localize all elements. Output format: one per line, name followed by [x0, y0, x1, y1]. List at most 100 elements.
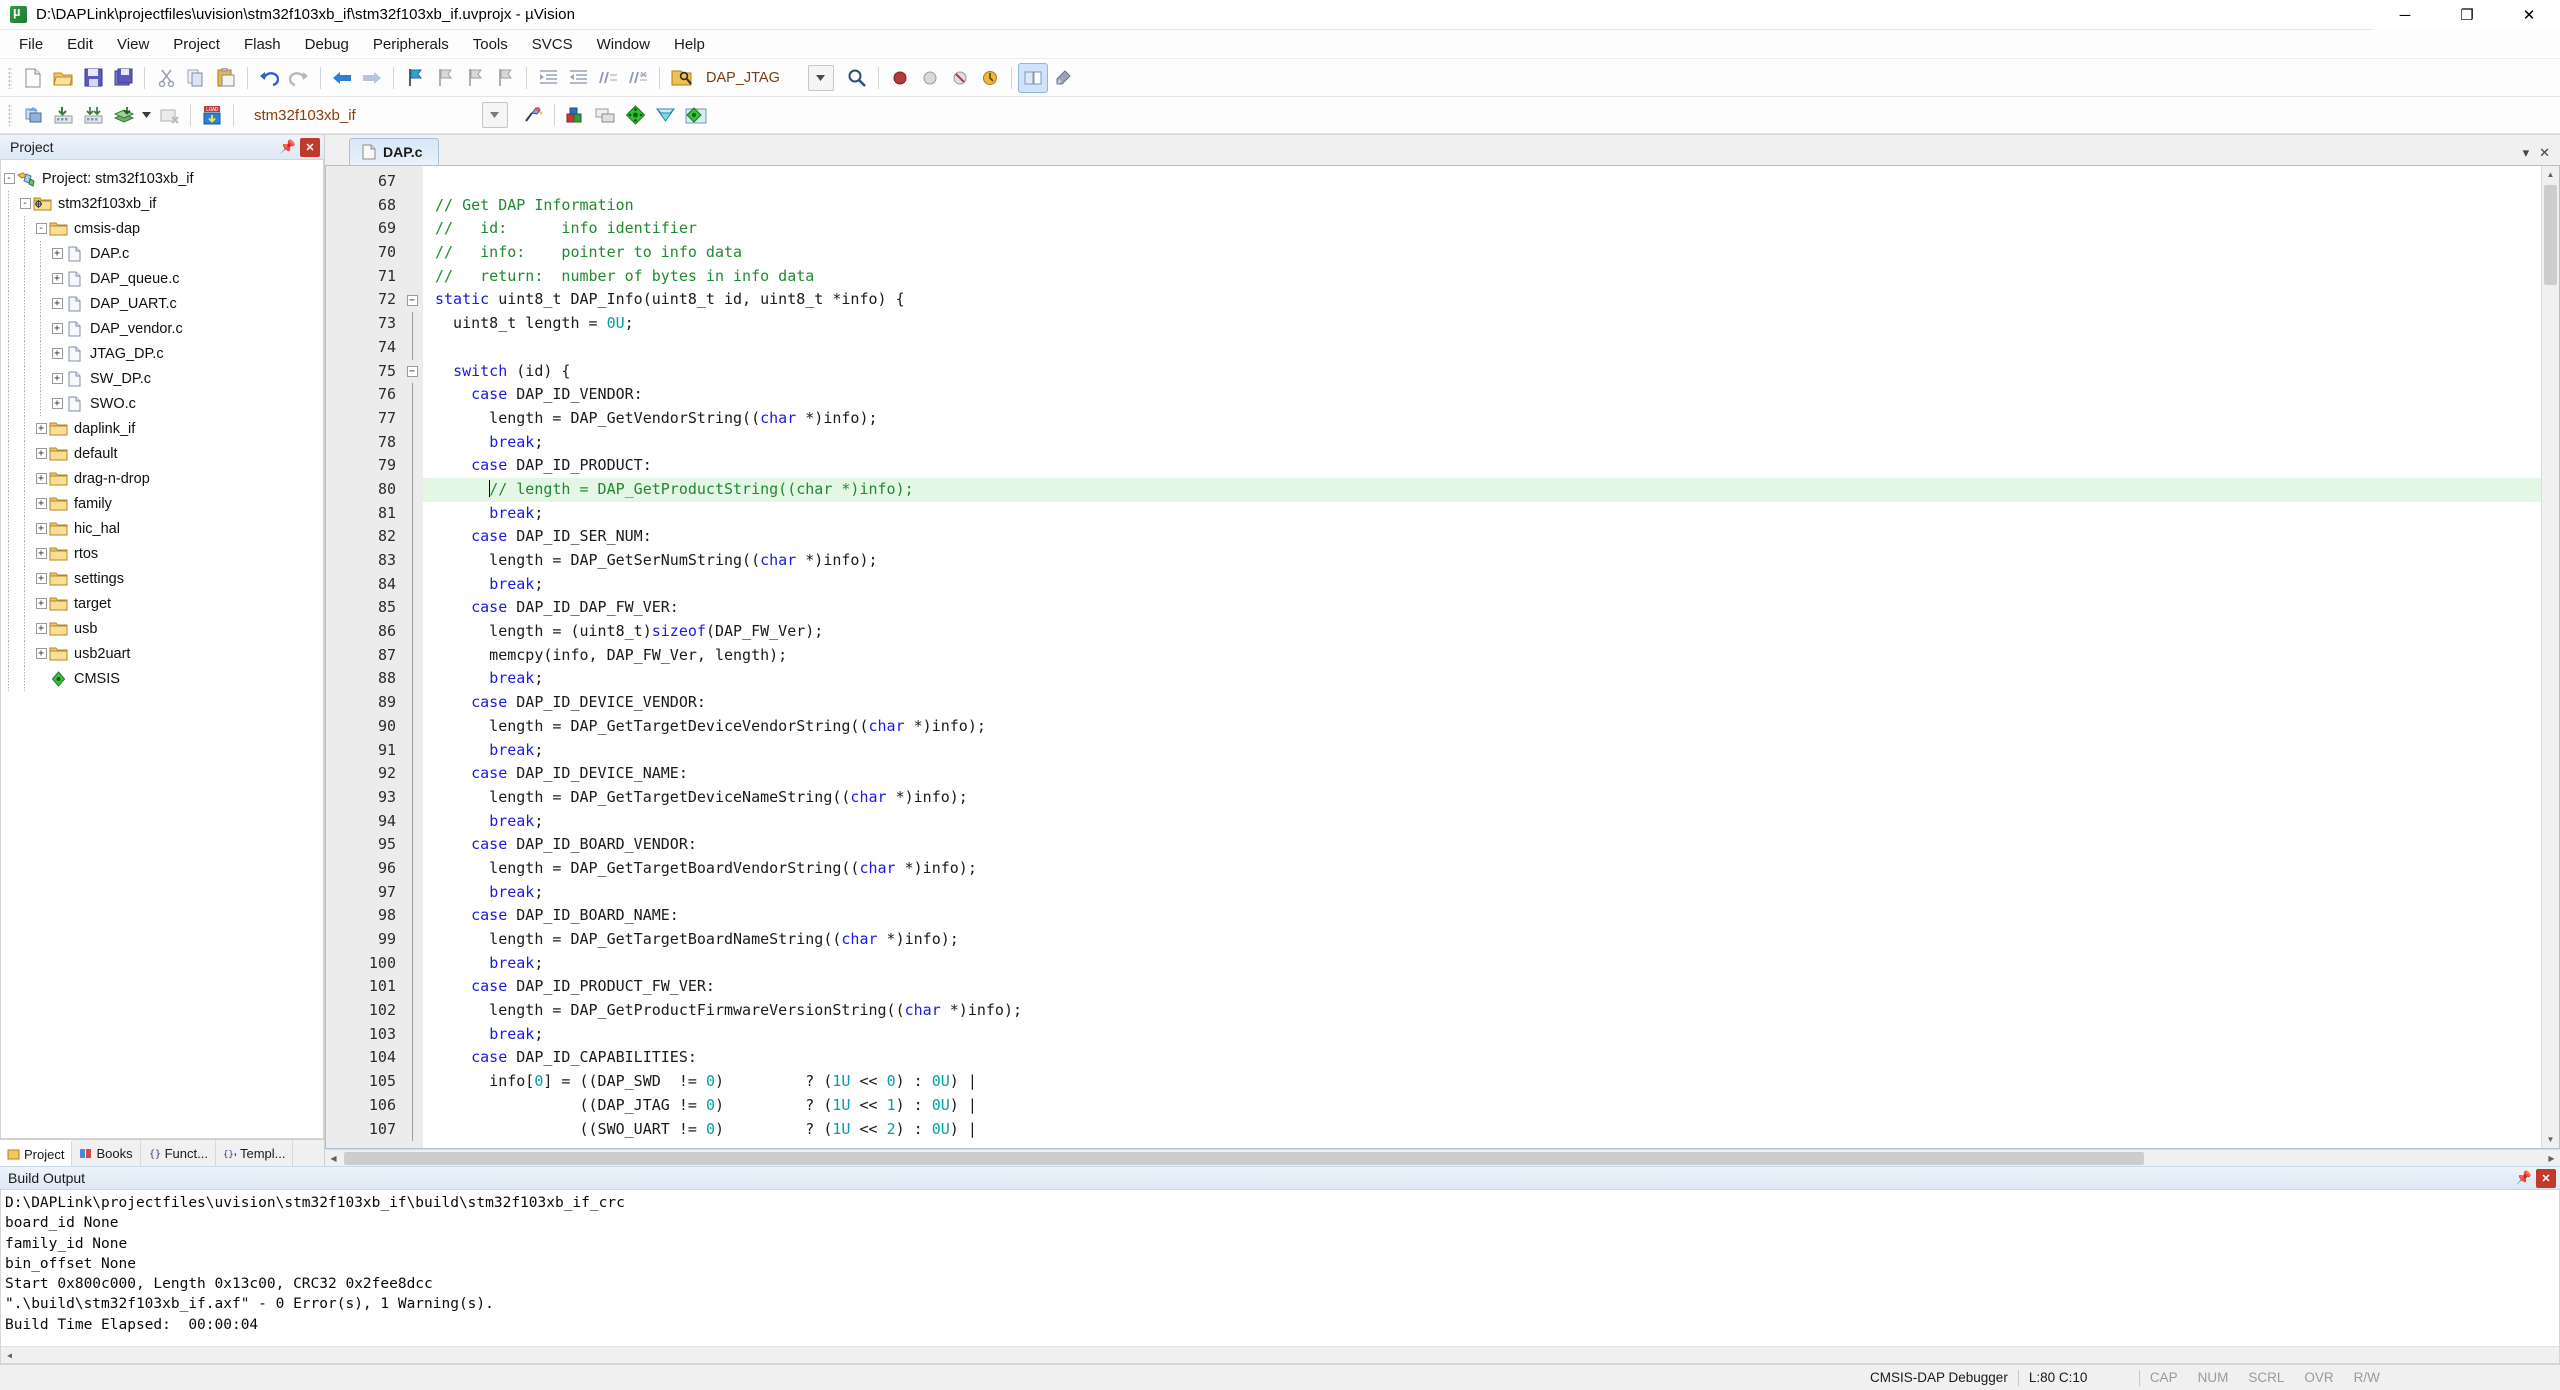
tree-item-usb2uart[interactable]: +usb2uart: [1, 641, 323, 666]
tree-item-usb[interactable]: +usb: [1, 616, 323, 641]
code-line[interactable]: break;: [423, 431, 2541, 455]
menu-peripherals[interactable]: Peripherals: [361, 32, 461, 57]
code-line[interactable]: [423, 170, 2541, 194]
code-line[interactable]: static uint8_t DAP_Info(uint8_t id, uint…: [423, 288, 2541, 312]
menu-project[interactable]: Project: [161, 32, 232, 57]
tree-item-dap-queue-c[interactable]: +DAP_queue.c: [1, 266, 323, 291]
disable-breakpoint-icon[interactable]: [915, 63, 945, 93]
tree-expander[interactable]: +: [33, 616, 49, 641]
code-line[interactable]: length = DAP_GetSerNumString((char *)inf…: [423, 549, 2541, 573]
menu-edit[interactable]: Edit: [55, 32, 105, 57]
select-software-packs-icon[interactable]: [651, 100, 681, 130]
minimize-button[interactable]: ─: [2374, 0, 2436, 30]
tree-expander[interactable]: -: [33, 216, 49, 241]
configure-toolbar-icon[interactable]: [1048, 63, 1078, 93]
code-line[interactable]: switch (id) {: [423, 360, 2541, 384]
code-line[interactable]: break;: [423, 952, 2541, 976]
code-text[interactable]: // Get DAP Information// id: info identi…: [423, 166, 2541, 1148]
code-line[interactable]: case DAP_ID_DEVICE_VENDOR:: [423, 691, 2541, 715]
code-line[interactable]: break;: [423, 667, 2541, 691]
manage-project-items-icon[interactable]: [561, 100, 591, 130]
batch-build-icon[interactable]: [108, 100, 138, 130]
tree-item-target[interactable]: +target: [1, 591, 323, 616]
active-target-name[interactable]: stm32f103xb_if: [240, 107, 366, 124]
pin-icon[interactable]: 📌: [2514, 1169, 2534, 1188]
navigate-forward-icon[interactable]: [357, 63, 387, 93]
tree-item-cmsis[interactable]: CMSIS: [1, 666, 323, 691]
rebuild-icon[interactable]: [78, 100, 108, 130]
tree-item-swo-c[interactable]: +SWO.c: [1, 391, 323, 416]
open-file-icon[interactable]: [48, 63, 78, 93]
maximize-button[interactable]: ❐: [2436, 0, 2498, 30]
menu-view[interactable]: View: [105, 32, 161, 57]
editor-restore-icon[interactable]: ▾: [2523, 145, 2530, 161]
bookmark-next-icon[interactable]: [460, 63, 490, 93]
vertical-scroll-thumb[interactable]: [2544, 185, 2557, 285]
close-icon[interactable]: ✕: [300, 138, 320, 157]
tree-item-cmsis-dap[interactable]: -cmsis-dap: [1, 216, 323, 241]
menu-debug[interactable]: Debug: [293, 32, 361, 57]
horizontal-scroll-thumb[interactable]: [344, 1152, 2144, 1165]
editor-close-icon[interactable]: ✕: [2539, 145, 2550, 161]
code-line[interactable]: ((DAP_JTAG != 0) ? (1U << 1) : 0U) |: [423, 1094, 2541, 1118]
tree-item-project-stm32f103xb-if[interactable]: -Project: stm32f103xb_if: [1, 166, 323, 191]
new-file-icon[interactable]: [18, 63, 48, 93]
watch-window-icon[interactable]: [975, 63, 1005, 93]
code-folding-column[interactable]: −−: [401, 166, 423, 1148]
tree-expander[interactable]: +: [33, 516, 49, 541]
target-options-icon[interactable]: [518, 100, 548, 130]
code-line[interactable]: case DAP_ID_PRODUCT_FW_VER:: [423, 975, 2541, 999]
code-line[interactable]: case DAP_ID_BOARD_NAME:: [423, 904, 2541, 928]
insert-breakpoint-icon[interactable]: [885, 63, 915, 93]
menu-flash[interactable]: Flash: [232, 32, 293, 57]
tree-expander[interactable]: -: [1, 166, 17, 191]
code-editor[interactable]: 6768697071727374757677787980818283848586…: [325, 165, 2560, 1149]
code-line-highlighted[interactable]: // length = DAP_GetProductString((char *…: [423, 478, 2541, 502]
build-icon[interactable]: [48, 100, 78, 130]
download-icon[interactable]: LOAD: [197, 100, 227, 130]
code-line[interactable]: length = (uint8_t)sizeof(DAP_FW_Ver);: [423, 620, 2541, 644]
find-in-files-icon[interactable]: [842, 63, 872, 93]
editor-horizontal-scrollbar[interactable]: ◀ ▶: [325, 1149, 2560, 1166]
tree-expander[interactable]: +: [33, 641, 49, 666]
outdent-icon[interactable]: [563, 63, 593, 93]
code-line[interactable]: break;: [423, 1023, 2541, 1047]
code-line[interactable]: length = DAP_GetProductFirmwareVersionSt…: [423, 999, 2541, 1023]
code-line[interactable]: break;: [423, 573, 2541, 597]
tab-templates[interactable]: {}▸ Templ...: [216, 1140, 294, 1166]
navigate-back-icon[interactable]: [327, 63, 357, 93]
code-line[interactable]: // return: number of bytes in info data: [423, 265, 2541, 289]
redo-icon[interactable]: [284, 63, 314, 93]
copy-icon[interactable]: [181, 63, 211, 93]
code-line[interactable]: uint8_t length = 0U;: [423, 312, 2541, 336]
tree-expander[interactable]: +: [33, 566, 49, 591]
search-dropdown-icon[interactable]: [1018, 63, 1048, 93]
code-line[interactable]: // info: pointer to info data: [423, 241, 2541, 265]
code-line[interactable]: break;: [423, 810, 2541, 834]
code-line[interactable]: case DAP_ID_PRODUCT:: [423, 454, 2541, 478]
tree-expander[interactable]: -: [17, 191, 33, 216]
tree-expander[interactable]: +: [49, 341, 65, 366]
scroll-down-icon[interactable]: ▼: [2542, 1131, 2559, 1148]
debug-session-icon[interactable]: [666, 63, 696, 93]
tree-item-rtos[interactable]: +rtos: [1, 541, 323, 566]
save-all-icon[interactable]: [108, 63, 138, 93]
tree-expander[interactable]: +: [49, 366, 65, 391]
tree-item-daplink-if[interactable]: +daplink_if: [1, 416, 323, 441]
scroll-up-icon[interactable]: ▲: [2542, 166, 2559, 183]
paste-icon[interactable]: [211, 63, 241, 93]
code-line[interactable]: case DAP_ID_VENDOR:: [423, 383, 2541, 407]
code-line[interactable]: break;: [423, 881, 2541, 905]
tree-item-sw-dp-c[interactable]: +SW_DP.c: [1, 366, 323, 391]
pin-icon[interactable]: 📌: [278, 138, 298, 157]
code-line[interactable]: case DAP_ID_CAPABILITIES:: [423, 1046, 2541, 1070]
code-line[interactable]: break;: [423, 739, 2541, 763]
comment-icon[interactable]: [593, 63, 623, 93]
close-icon[interactable]: ✕: [2536, 1169, 2556, 1188]
tree-expander[interactable]: +: [33, 466, 49, 491]
tree-expander[interactable]: +: [49, 291, 65, 316]
configure-packs-icon[interactable]: [681, 100, 711, 130]
build-output-hscrollbar[interactable]: ◀: [1, 1346, 2559, 1363]
tree-item-settings[interactable]: +settings: [1, 566, 323, 591]
indent-icon[interactable]: [533, 63, 563, 93]
